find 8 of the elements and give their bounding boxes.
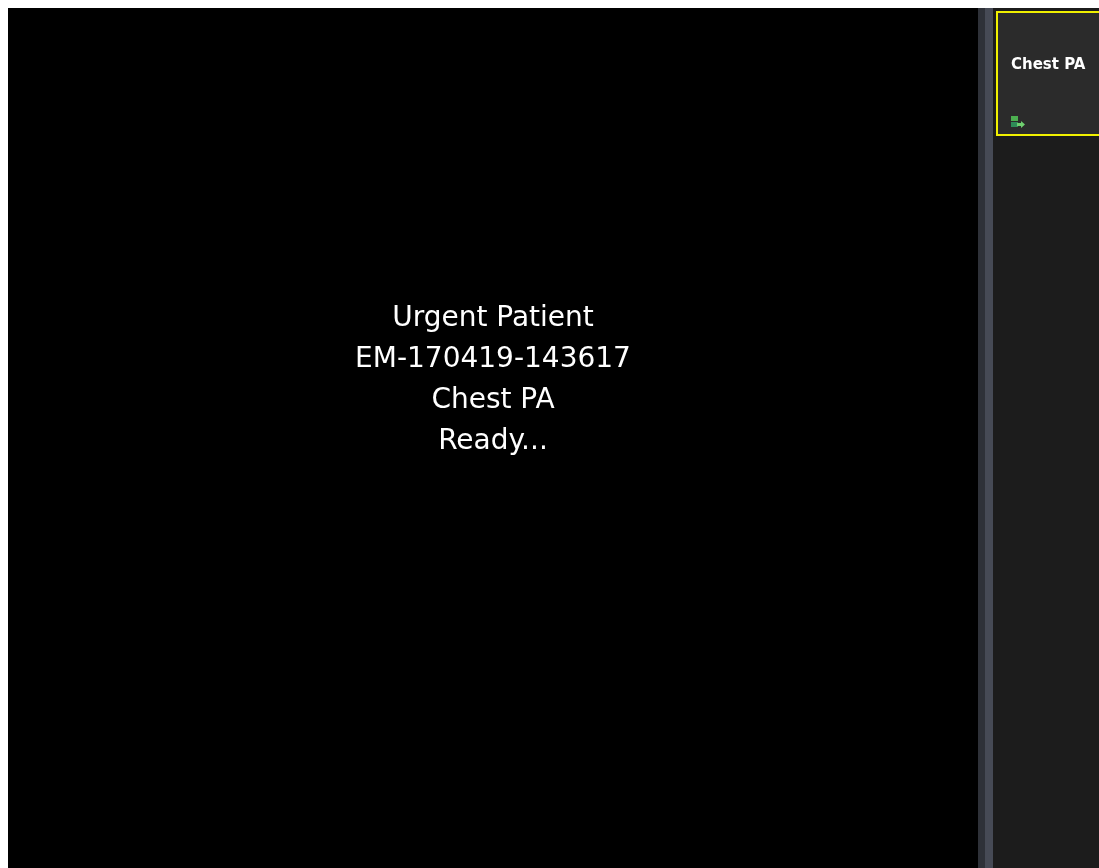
splitter-bar[interactable]	[978, 8, 993, 868]
status-text: EM-170419-143617	[355, 340, 631, 376]
status-text: Chest PA	[431, 381, 555, 417]
status-text: Urgent Patient	[392, 299, 594, 335]
series-icon	[1011, 116, 1025, 128]
thumbnail-label: Chest PA	[1011, 55, 1087, 73]
status-text: Ready...	[438, 422, 548, 458]
thumbnail-card[interactable]: Chest PA	[996, 11, 1099, 136]
